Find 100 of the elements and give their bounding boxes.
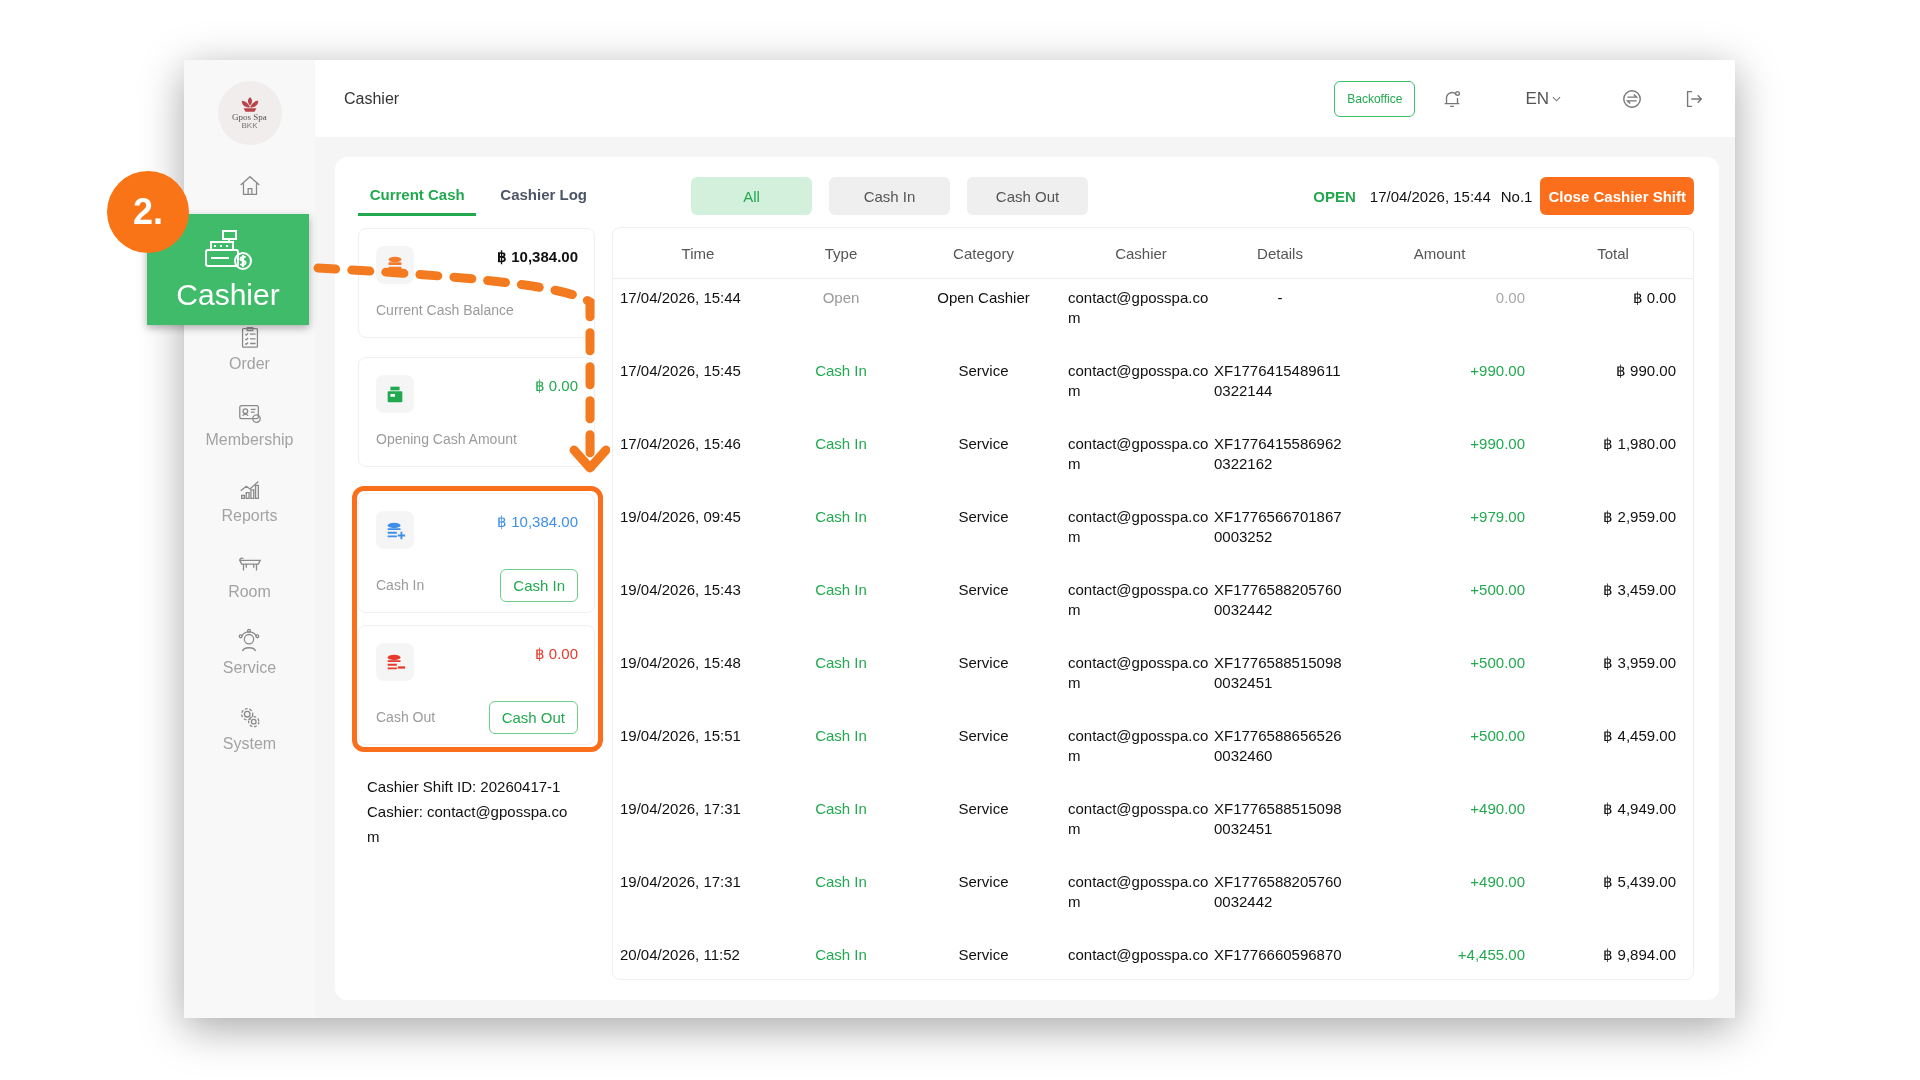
table-cell-text: contact@gposspa.com [1068, 799, 1210, 839]
table-cell-text: +500.00 [1469, 653, 1526, 673]
table-cell-text: +490.00 [1469, 799, 1526, 819]
shift-info-text: Cashier Shift ID: 20260417-1 [367, 777, 562, 797]
table-cell-text: ฿ 1,980.00 [1602, 434, 1677, 454]
shift-number: No.1 [1500, 187, 1533, 205]
table-cell-text: 17/04/2026, 15:46 [619, 434, 742, 454]
filter-button[interactable]: Cash In [829, 177, 950, 215]
backoffice-button[interactable]: Backoffice [1334, 80, 1416, 117]
table-cell-text: XF17765886565260032460 [1214, 726, 1343, 766]
table-cell-text: Service [957, 726, 1010, 746]
nav-item[interactable]: Reports [221, 476, 278, 525]
shift-status: OPEN [1313, 187, 1356, 205]
cash-in-button[interactable]: Cash In [500, 568, 578, 602]
chevron-down-icon [1552, 95, 1561, 102]
table-cell-text: +979.00 [1469, 507, 1526, 527]
table-cell-text: Service [957, 507, 1010, 527]
nav-item[interactable]: Membership [205, 400, 294, 449]
tab[interactable]: Cashier Log [492, 176, 595, 216]
card-label: Opening Cash Amount [376, 431, 517, 447]
coins-minus-icon [376, 643, 414, 681]
table-cell-text: contact@gposspa.com [1068, 288, 1210, 328]
table-cell-text: XF17764155869620322162 [1214, 434, 1343, 474]
logo-subtext: BKK [241, 122, 258, 131]
table-cell-text: 19/04/2026, 15:43 [619, 580, 742, 600]
table-cell-text: +490.00 [1469, 872, 1526, 892]
nav-item[interactable]: Order [229, 324, 270, 373]
table-cell-text: Cash In [814, 799, 868, 819]
nav-item[interactable]: Service [222, 628, 277, 677]
table-cell-text: XF17765882057600032442 [1214, 872, 1343, 912]
table-cell-text: XF17765885150980032451 [1214, 799, 1343, 839]
table-cell-text: ฿ 0.00 [1631, 288, 1677, 308]
table-cell-text: XF17764154896110322144 [1214, 361, 1342, 401]
table-cell-text: XF17765885150980032451 [1214, 653, 1343, 693]
nav-item[interactable]: Room [228, 552, 271, 601]
callout-label: Cashier [176, 277, 280, 312]
table-cell-text: Cash In [814, 434, 868, 454]
table-cell-text: contact@gposspa.com [1068, 580, 1210, 620]
filter-button[interactable]: All [691, 177, 812, 215]
table-cell-text: +500.00 [1469, 726, 1526, 746]
column-header: Category [952, 244, 1015, 262]
table-cell-text: Service [957, 872, 1010, 892]
column-header: Time [680, 244, 716, 262]
column-header: Details [1256, 244, 1304, 262]
amount-value: ฿ 10,384.00 [497, 248, 578, 266]
table-cell-text: Cash In [814, 872, 868, 892]
card-label: Cash In [376, 577, 425, 593]
close-shift-button[interactable]: Close Cashier Shift [1540, 177, 1694, 215]
table-cell-text: Cash In [814, 653, 868, 673]
table-cell-text: contact@gposspa.com [1068, 434, 1210, 474]
language-selector[interactable]: EN [1525, 88, 1561, 109]
table-cell-text: 19/04/2026, 15:51 [619, 726, 742, 746]
table-cell-text: +990.00 [1469, 434, 1526, 454]
table-cell-text: 19/04/2026, 17:31 [619, 799, 742, 819]
table-cell-text: Cash In [814, 507, 868, 527]
filter-button[interactable]: Cash Out [967, 177, 1088, 215]
table-cell-text: contact@gposspa.co [1068, 945, 1210, 965]
coins-plus-icon [376, 511, 414, 549]
table-cell-text: +4,455.00 [1456, 945, 1526, 965]
table-cell-text: ฿ 990.00 [1614, 361, 1677, 381]
table-cell-text: Service [957, 799, 1010, 819]
shift-opened-time: 17/04/2026, 15:44 [1369, 187, 1491, 205]
cash-register-icon [203, 227, 253, 272]
column-header: Amount [1412, 244, 1467, 262]
cash-out-button[interactable]: Cash Out [488, 700, 578, 734]
nav-item[interactable]: System [222, 704, 277, 753]
table-cell-text: Service [957, 945, 1010, 965]
table-cell-text: ฿ 4,459.00 [1602, 726, 1677, 746]
table-cell-text: 20/04/2026, 11:52 [619, 945, 741, 965]
table-cell-text: 19/04/2026, 17:31 [619, 872, 742, 892]
table-cell-text: 17/04/2026, 15:45 [619, 361, 742, 381]
table-cell-text: XF17765882057600032442 [1214, 580, 1343, 620]
table-cell-text: +990.00 [1469, 361, 1526, 381]
table-cell-text: contact@gposspa.com [1068, 507, 1210, 547]
table-cell-text: ฿ 9,894.00 [1602, 945, 1677, 965]
column-header: Type [823, 244, 859, 262]
table-cell-text: XF17765667018670003252 [1214, 507, 1343, 547]
table-cell-text: contact@gposspa.com [1068, 653, 1210, 693]
table-cell-text: Cash In [814, 726, 868, 746]
table-cell-text: Service [957, 361, 1010, 381]
amount-value: ฿ 0.00 [534, 377, 578, 395]
card-label: Current Cash Balance [376, 302, 514, 318]
cash-register-icon [376, 375, 414, 413]
table-cell-text: Cash In [814, 580, 868, 600]
column-header: Total [1596, 244, 1630, 262]
logo-text: Gpos Spa [232, 112, 267, 123]
table-cell-text: Cash In [814, 945, 868, 965]
table-cell-text: ฿ 4,949.00 [1602, 799, 1677, 819]
column-header: Cashier [1114, 244, 1168, 262]
table-cell-text: Open [821, 288, 861, 308]
table-cell-text: Service [957, 580, 1010, 600]
page-title: Cashier [344, 89, 400, 108]
tab[interactable]: Current Cash [358, 176, 477, 216]
table-cell-text: - [1276, 288, 1284, 308]
table-cell-text: contact@gposspa.com [1068, 872, 1210, 912]
swap-icon[interactable] [1621, 87, 1643, 110]
step-badge: 2. [107, 171, 189, 253]
table-cell-text: Open Cashier [936, 288, 1031, 308]
table-cell-text: contact@gposspa.com [1068, 361, 1210, 401]
table-cell-text: 17/04/2026, 15:44 [619, 288, 742, 308]
